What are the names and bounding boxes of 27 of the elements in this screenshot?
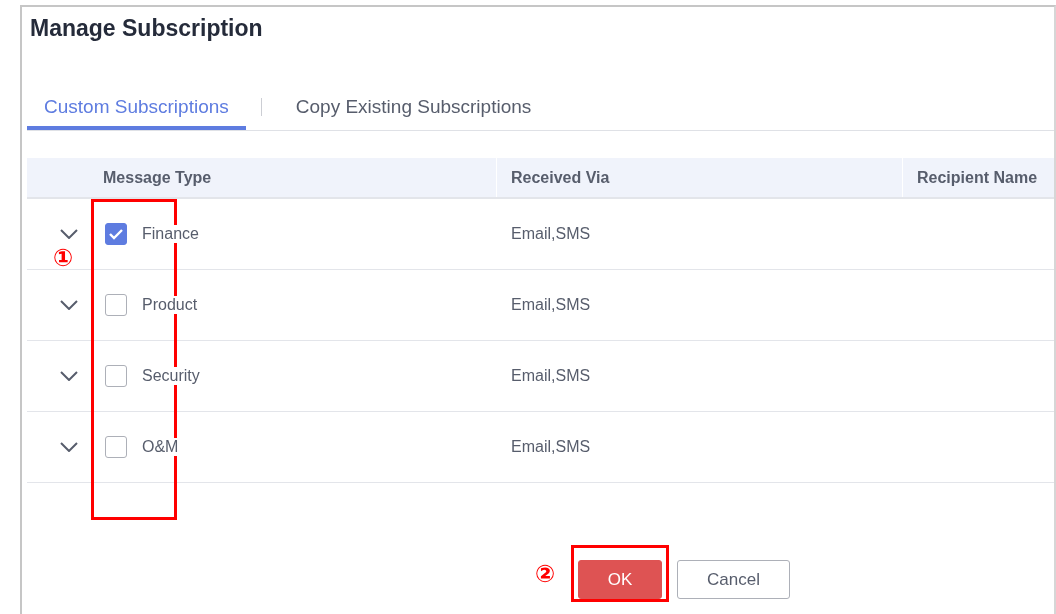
checkbox[interactable] (105, 223, 127, 245)
table-cell: Email,SMS (511, 225, 591, 242)
chevron-down-icon[interactable] (59, 442, 78, 452)
column-header: Message Type (103, 168, 212, 187)
ok-button[interactable]: OK (578, 560, 662, 599)
table-cell: Email,SMS (511, 367, 591, 384)
tab[interactable]: Custom Subscriptions (27, 84, 246, 130)
step-number: ① (53, 245, 74, 271)
table-cell: Email,SMS (511, 438, 591, 455)
chevron-down-icon[interactable] (59, 300, 78, 310)
checkbox[interactable] (105, 365, 127, 387)
dialog-title: Manage Subscription (30, 14, 263, 43)
checkmark-icon (109, 228, 123, 240)
chevron-down-icon[interactable] (59, 371, 78, 381)
table-cell: Finance (142, 225, 199, 243)
step-number: ② (535, 561, 556, 587)
table-cell: Product (142, 296, 198, 314)
tab[interactable]: Copy Existing Subscriptions (278, 84, 549, 130)
checkbox[interactable] (105, 436, 127, 458)
column-header: Received Via (511, 168, 610, 187)
table-cell: Email,SMS (511, 296, 591, 313)
table-cell: Security (142, 367, 200, 385)
chevron-down-icon[interactable] (59, 229, 78, 239)
checkbox[interactable] (105, 294, 127, 316)
table-cell: O&M (142, 438, 179, 456)
column-header: Recipient Name (917, 168, 1038, 186)
cancel-button[interactable]: Cancel (677, 560, 790, 599)
